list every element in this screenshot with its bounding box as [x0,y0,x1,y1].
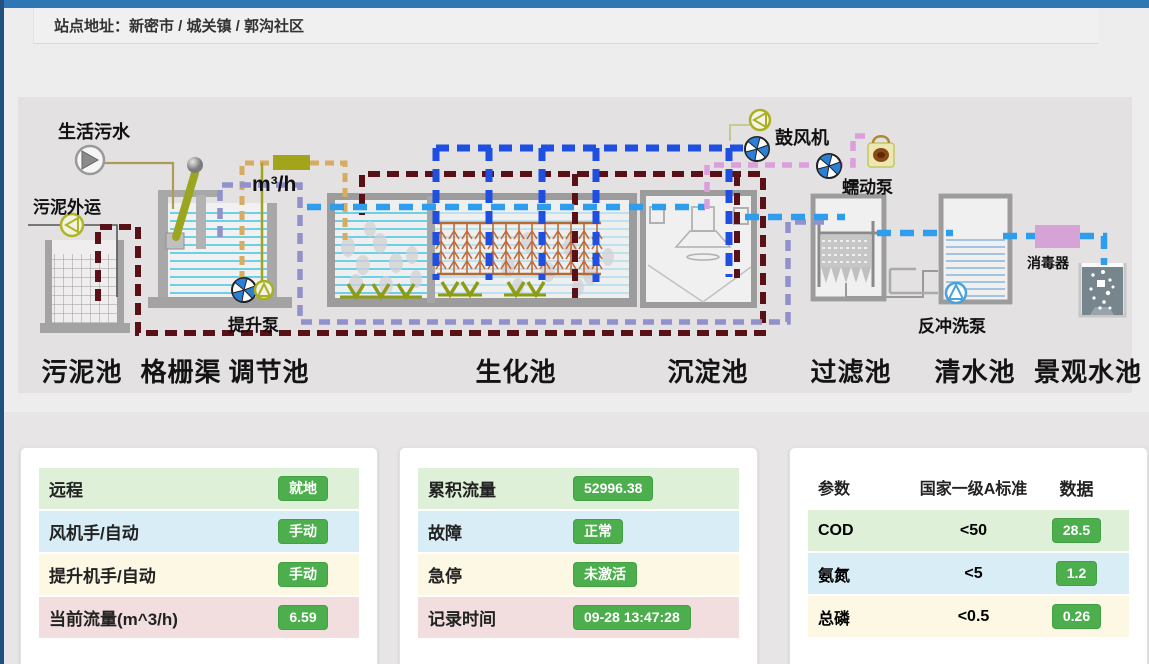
fan-mode-badge[interactable]: 手动 [278,519,328,545]
process-flow-graphic [18,97,1132,393]
table-row: 急停 未激活 [418,554,739,595]
pool-label-clean-water: 清水池 [934,352,1015,389]
phosphorus-param: 总磷 [818,605,913,629]
remote-mode-badge[interactable]: 就地 [278,476,328,502]
scada-screen: 站点地址：新密市 / 城关镇 / 郭沟社区 [0,0,1149,664]
blower-label: 鼓风机 [775,124,829,150]
total-flow-badge: 52996.38 [573,476,653,502]
table-row: COD <50 28.5 [808,510,1129,551]
site-breadcrumb: 站点地址：新密市 / 城关镇 / 郭沟社区 [54,15,304,36]
table-row: 故障 正常 [418,511,739,552]
cod-value-badge: 28.5 [1052,518,1101,544]
table-row: 氨氮 <5 1.2 [808,553,1129,594]
data-header: 数据 [1034,475,1119,500]
table-row: 记录时间 09-28 13:47:28 [418,597,739,638]
fault-badge: 正常 [573,519,623,545]
water-quality-card: 参数 国家一级A标准 数据 COD <50 28.5 氨氮 <5 1.2 总磷 … [789,447,1148,664]
pool-label-grid-channel: 格栅渠 [140,352,221,389]
pool-label-filter: 过滤池 [810,352,891,389]
table-row: 风机手/自动 手动 [39,511,359,552]
remote-mode-label: 远程 [49,476,257,501]
cod-standard: <50 [913,522,1034,540]
current-flow-badge: 6.59 [278,605,327,631]
pool-label-sludge: 污泥池 [41,352,122,389]
lift-pump-label: 提升泵 [228,311,279,336]
estop-badge: 未激活 [573,562,637,588]
left-accent-bar [0,0,4,664]
total-flow-label: 累积流量 [428,476,573,501]
ammonia-value-badge: 1.2 [1056,561,1097,587]
sludge-tank-graphic [28,225,130,333]
table-row: 累积流量 52996.38 [418,468,739,509]
flow-unit-label: m³/h [252,173,296,197]
pool-label-biochemical: 生化池 [475,352,556,389]
cod-param: COD [818,522,913,540]
top-accent-bar [0,0,1149,8]
quality-table-header: 参数 国家一级A标准 数据 [808,468,1129,506]
sludge-out-label: 污泥外运 [33,193,101,218]
blower-icon [730,110,770,161]
lift-mode-label: 提升机手/自动 [49,562,257,587]
record-time-label: 记录时间 [428,605,573,630]
site-address-bar: 站点地址：新密市 / 城关镇 / 郭沟社区 [33,8,1098,44]
disinfector-icon [1035,225,1080,248]
current-flow-label: 当前流量(m^3/h) [49,605,257,630]
control-panel-card: 远程 就地 风机手/自动 手动 提升机手/自动 手动 当前流量(m^3/h) 6… [20,447,378,664]
backwash-pump-label: 反冲洗泵 [918,312,986,337]
phosphorus-value-badge: 0.26 [1052,604,1101,630]
table-row: 远程 就地 [39,468,359,509]
pool-label-regulating: 调节池 [228,352,309,389]
disinfector-label: 消毒器 [1027,253,1069,273]
fan-mode-label: 风机手/自动 [49,519,257,544]
table-row: 当前流量(m^3/h) 6.59 [39,597,359,638]
phosphorus-standard: <0.5 [913,608,1034,626]
status-panel-card: 累积流量 52996.38 故障 正常 急停 未激活 记录时间 09-28 13… [399,447,758,664]
record-time-badge: 09-28 13:47:28 [573,605,691,631]
process-flow-diagram: 生活污水 污泥外运 m³/h 提升泵 鼓风机 蠕动泵 消毒器 反冲洗泵 污泥池 … [18,97,1132,393]
param-header: 参数 [818,475,913,499]
fault-label: 故障 [428,519,573,544]
pool-label-sedimentation: 沉淀池 [667,352,748,389]
table-row: 提升机手/自动 手动 [39,554,359,595]
backwash-pump-icon [946,283,966,303]
filter-tank-graphic [810,193,940,302]
ammonia-standard: <5 [913,565,1034,583]
pool-label-landscape: 景观水池 [1034,352,1142,389]
table-row: 总磷 <0.5 0.26 [808,596,1129,637]
ammonia-param: 氨氮 [818,562,913,586]
sewage-label: 生活污水 [58,118,130,144]
estop-label: 急停 [428,562,573,587]
standard-header: 国家一级A标准 [913,475,1034,499]
lift-mode-badge[interactable]: 手动 [278,562,328,588]
peristaltic-pump-label: 蠕动泵 [842,173,893,198]
landscape-pool-graphic [1080,263,1125,316]
